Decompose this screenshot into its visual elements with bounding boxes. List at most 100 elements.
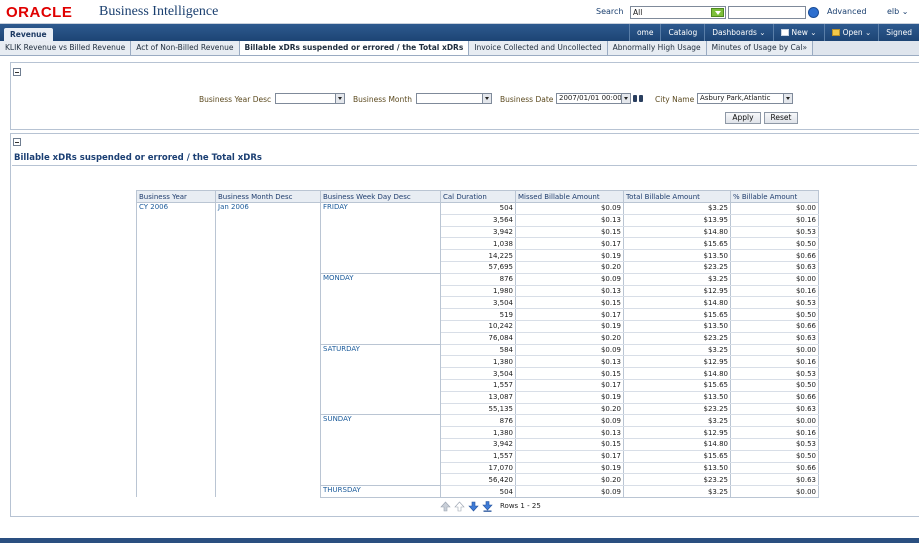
tab-non-billed-revenue[interactable]: Act of Non-Billed Revenue bbox=[131, 41, 240, 55]
total-billable-amount-cell: $15.65 bbox=[623, 450, 731, 463]
bottom-bar bbox=[0, 538, 919, 543]
col-header-business-year[interactable]: Business Year bbox=[136, 190, 216, 203]
cal-duration-cell: 1,980 bbox=[440, 285, 516, 298]
total-billable-amount-cell: $15.65 bbox=[623, 379, 731, 392]
top-header: ORACLE Business Intelligence Search All … bbox=[0, 0, 919, 24]
business-year-desc-label: Business Year Desc bbox=[199, 95, 272, 104]
report-table: Business Year Business Month Desc Busine… bbox=[136, 190, 819, 498]
business-week-day-cell[interactable]: SATURDAY bbox=[320, 343, 441, 415]
col-header-business-week-day-desc[interactable]: Business Week Day Desc bbox=[320, 190, 441, 203]
pct-billable-amount-cell: $0.16 bbox=[730, 355, 819, 369]
missed-billable-amount-cell: $0.09 bbox=[515, 414, 624, 428]
date-picker-icon-left bbox=[633, 95, 637, 102]
business-date-select[interactable]: 2007/01/01 00:00 bbox=[556, 93, 631, 104]
cal-duration-cell: 17,070 bbox=[440, 462, 516, 475]
pct-billable-amount-cell: $0.50 bbox=[730, 379, 819, 392]
date-picker-icon[interactable] bbox=[633, 94, 644, 103]
total-billable-amount-cell: $23.25 bbox=[623, 403, 731, 416]
business-month-select[interactable] bbox=[416, 93, 492, 104]
cal-duration-cell: 56,420 bbox=[440, 473, 516, 487]
nav-home[interactable]: ome bbox=[628, 24, 661, 41]
nav-open-label: Open ⌄ bbox=[842, 28, 872, 37]
col-header-pct-billable-amount[interactable]: % Billable Amount bbox=[730, 190, 819, 203]
cal-duration-cell: 1,380 bbox=[440, 355, 516, 369]
missed-billable-amount-cell: $0.13 bbox=[515, 426, 624, 439]
total-billable-amount-cell: $12.95 bbox=[623, 355, 731, 369]
nav-new[interactable]: New ⌄ bbox=[772, 24, 824, 41]
cal-duration-cell: 1,557 bbox=[440, 379, 516, 392]
collapse-prompts-icon[interactable] bbox=[13, 68, 21, 76]
nav-open[interactable]: Open ⌄ bbox=[823, 24, 879, 41]
tab-minutes-of-usage[interactable]: Minutes of Usage by Cal» bbox=[706, 41, 814, 55]
tab-revenue[interactable]: Revenue bbox=[4, 28, 53, 41]
missed-billable-amount-cell: $0.17 bbox=[515, 379, 624, 392]
tab-invoice-collected[interactable]: Invoice Collected and Uncollected bbox=[469, 41, 608, 55]
missed-billable-amount-cell: $0.17 bbox=[515, 237, 624, 251]
pct-billable-amount-cell: $0.53 bbox=[730, 438, 819, 451]
business-month-cell[interactable]: Jan 2006 bbox=[215, 202, 321, 498]
report-title-rule bbox=[12, 165, 917, 166]
pct-billable-amount-cell: $0.00 bbox=[730, 273, 819, 286]
col-header-total-billable-amount[interactable]: Total Billable Amount bbox=[623, 190, 731, 203]
nav-signed[interactable]: Signed bbox=[878, 24, 919, 41]
business-week-day-cell[interactable]: SUNDAY bbox=[320, 414, 441, 486]
missed-billable-amount-cell: $0.13 bbox=[515, 214, 624, 227]
business-week-day-cell[interactable]: THURSDAY bbox=[320, 485, 441, 498]
missed-billable-amount-cell: $0.09 bbox=[515, 273, 624, 286]
next-page-icon[interactable] bbox=[468, 501, 479, 512]
table-header-row: Business Year Business Month Desc Busine… bbox=[136, 190, 819, 203]
report-table-body: CY 2006 Jan 2006 FRIDAY 504 $0.09 $3.25 $0.00 3… bbox=[136, 202, 819, 498]
cal-duration-cell: 584 bbox=[440, 344, 516, 357]
pct-billable-amount-cell: $0.16 bbox=[730, 214, 819, 227]
pct-billable-amount-cell: $0.66 bbox=[730, 249, 819, 262]
pct-billable-amount-cell: $0.53 bbox=[730, 367, 819, 380]
business-week-day-cell[interactable]: FRIDAY bbox=[320, 202, 441, 274]
total-billable-amount-cell: $23.25 bbox=[623, 261, 731, 274]
missed-billable-amount-cell: $0.13 bbox=[515, 355, 624, 369]
missed-billable-amount-cell: $0.15 bbox=[515, 438, 624, 451]
chevron-down-icon[interactable] bbox=[621, 94, 630, 103]
chevron-down-icon[interactable] bbox=[783, 94, 792, 103]
col-header-cal-duration[interactable]: Cal Duration bbox=[440, 190, 516, 203]
nav-new-label: New ⌄ bbox=[791, 28, 817, 37]
nav-catalog[interactable]: Catalog bbox=[660, 24, 704, 41]
tab-klik-revenue[interactable]: KLIK Revenue vs Billed Revenue bbox=[0, 41, 132, 55]
pct-billable-amount-cell: $0.00 bbox=[730, 414, 819, 428]
pct-billable-amount-cell: $0.00 bbox=[730, 202, 819, 215]
col-header-business-month-desc[interactable]: Business Month Desc bbox=[215, 190, 321, 203]
business-year-cell[interactable]: CY 2006 bbox=[136, 202, 216, 498]
search-scope-select[interactable]: All bbox=[630, 6, 726, 19]
pct-billable-amount-cell: $0.00 bbox=[730, 344, 819, 357]
search-input[interactable] bbox=[728, 6, 806, 19]
total-billable-amount-cell: $3.25 bbox=[623, 202, 731, 215]
report-title: Billable xDRs suspended or errored / the… bbox=[14, 153, 262, 163]
nav-dashboards[interactable]: Dashboards ⌄ bbox=[704, 24, 772, 41]
chevron-down-icon[interactable] bbox=[335, 94, 344, 103]
tab-billable-xdrs[interactable]: Billable xDRs suspended or errored / the… bbox=[239, 41, 470, 55]
chevron-down-icon[interactable] bbox=[482, 94, 491, 103]
col-header-missed-billable-amount[interactable]: Missed Billable Amount bbox=[515, 190, 624, 203]
collapse-report-icon[interactable] bbox=[13, 138, 21, 146]
city-name-select[interactable]: Asbury Park,Atlantic bbox=[697, 93, 793, 104]
user-menu[interactable]: elb ⌄ bbox=[887, 7, 908, 16]
table-row: CY 2006 Jan 2006 FRIDAY 504 $0.09 $3.25 $0.00 bbox=[136, 202, 819, 498]
business-date-value: 2007/01/01 00:00 bbox=[559, 94, 622, 102]
search-go-icon[interactable] bbox=[808, 7, 819, 18]
tab-abnormally-high-usage[interactable]: Abnormally High Usage bbox=[607, 41, 707, 55]
chevron-down-icon[interactable] bbox=[711, 8, 724, 17]
reset-button[interactable]: Reset bbox=[764, 112, 798, 124]
business-week-day-cell[interactable]: MONDAY bbox=[320, 272, 441, 345]
missed-billable-amount-cell: $0.09 bbox=[515, 202, 624, 215]
pct-billable-amount-cell: $0.66 bbox=[730, 462, 819, 475]
missed-billable-amount-cell: $0.09 bbox=[515, 485, 624, 498]
date-picker-icon-right bbox=[639, 95, 643, 102]
business-year-desc-select[interactable] bbox=[275, 93, 345, 104]
first-page-icon[interactable] bbox=[440, 501, 451, 512]
new-icon bbox=[780, 29, 789, 36]
previous-page-icon[interactable] bbox=[454, 501, 465, 512]
advanced-link[interactable]: Advanced bbox=[827, 7, 867, 16]
apply-button[interactable]: Apply bbox=[725, 112, 761, 124]
pct-billable-amount-cell: $0.16 bbox=[730, 285, 819, 298]
last-page-icon[interactable] bbox=[482, 500, 493, 512]
pct-billable-amount-cell: $0.66 bbox=[730, 391, 819, 404]
